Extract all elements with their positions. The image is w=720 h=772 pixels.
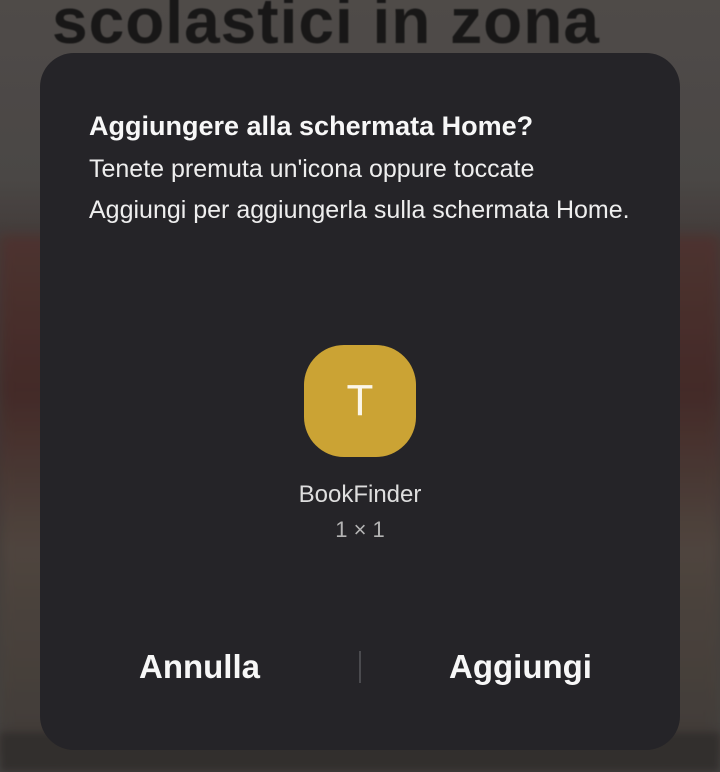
- add-button[interactable]: Aggiungi: [361, 635, 680, 699]
- dialog-title: Aggiungere alla schermata Home?: [89, 111, 534, 141]
- shortcut-size: 1 × 1: [335, 517, 385, 542]
- dialog-button-row: Annulla Aggiungi: [40, 635, 680, 699]
- cancel-button[interactable]: Annulla: [40, 635, 359, 699]
- add-to-home-dialog: Aggiungere alla schermata Home? Tenete p…: [40, 53, 680, 750]
- app-shortcut-preview[interactable]: T BookFinder 1 × 1: [40, 345, 680, 543]
- dialog-message: Tenete premuta un'icona oppure toccate A…: [89, 155, 630, 224]
- app-icon[interactable]: T: [304, 345, 416, 457]
- app-name: BookFinder: [298, 481, 422, 508]
- app-icon-letter: T: [346, 376, 374, 425]
